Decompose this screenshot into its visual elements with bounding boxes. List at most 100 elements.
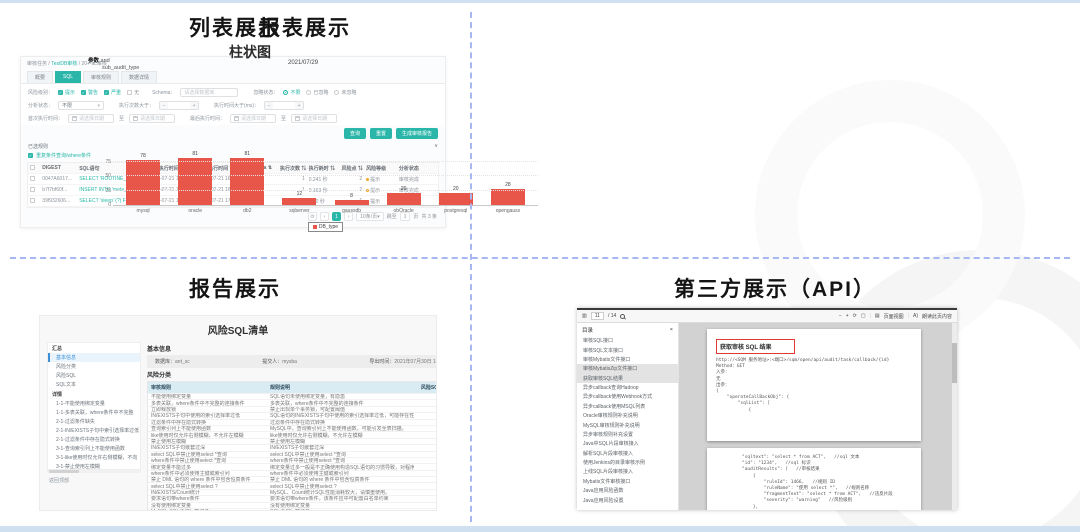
toc-item[interactable]: 3-1-like使用时仅允许右侧模糊，不向	[48, 453, 140, 462]
toc-item[interactable]: 风险分类	[48, 362, 140, 371]
bar-opengauss[interactable]	[490, 188, 525, 205]
bar-db2[interactable]	[230, 158, 265, 205]
x-tick-label: gaussdb	[342, 208, 362, 214]
page-total-label: / 14	[607, 313, 617, 319]
toc-item[interactable]: 1-1-多表关联，where条件中不完整	[48, 408, 140, 417]
risk-table-row: select SQL中禁止使用select *查询 select SQL中禁止使用…	[148, 450, 436, 457]
bar-postgresql[interactable]	[438, 193, 473, 205]
pdf-toc-item[interactable]: Java中SQL片段审核接入	[577, 439, 678, 448]
pdf-toc-item[interactable]: Java应用风险函数	[577, 486, 678, 495]
bottom-edge-bar	[0, 526, 1080, 532]
pdf-toc-item[interactable]: 异步callback使用MSQL列表	[577, 402, 678, 411]
read-aloud-label[interactable]: 朗读此页内容	[922, 313, 952, 320]
toc-item[interactable]: 基本信息	[48, 353, 140, 362]
bar-gaussdb[interactable]	[334, 200, 369, 205]
content-scrollbar[interactable]	[952, 323, 957, 510]
bar-value-label: 81	[192, 151, 198, 158]
toc-scrollbar[interactable]	[47, 470, 141, 473]
cell-count[interactable]: 1	[414, 458, 436, 463]
cell-desc: 禁止使用左模糊	[269, 438, 305, 445]
fit-page-icon[interactable]: ▢	[861, 313, 866, 319]
cell-count[interactable]: 1	[414, 394, 436, 399]
y-tick-label: 25	[105, 187, 111, 194]
cell-count[interactable]: 4	[414, 445, 436, 450]
toc-item[interactable]: 2-1-IN/EXISTS子句中索引选择率过低	[48, 426, 140, 435]
api-code-block: "sqltext": "select * from ACT", //sql 文本…	[742, 455, 893, 510]
legend-box[interactable]: DB_type	[307, 222, 344, 232]
bar-plot: 78 mysql 81 oracle 81 db2 12 sqlserver 8 gaussdb 2…	[105, 151, 538, 214]
scrollbar-thumb[interactable]	[952, 343, 957, 383]
pdf-toc-item[interactable]: 异步callback使用Webhook方式	[577, 392, 678, 401]
cell-count[interactable]: 1	[414, 400, 436, 405]
toc-item[interactable]: 3-1-禁止使用左模糊	[48, 462, 140, 469]
pdf-toc-item[interactable]: Mybatis文件审核接口	[577, 477, 678, 486]
bar-value-label: 78	[140, 152, 146, 159]
cell-count[interactable]: 2	[414, 426, 436, 431]
pdf-toc-item[interactable]: 异步callback查询Hadoop	[577, 383, 678, 392]
info-label: 数据库：	[155, 359, 176, 365]
pdf-toc-item[interactable]: 获取审核SQL结果	[577, 373, 678, 383]
cell-count[interactable]: 20	[414, 490, 436, 495]
scrollbar-thumb[interactable]	[49, 470, 79, 473]
pdf-toc-item[interactable]: 审核MybatisZip文件接口	[577, 364, 678, 374]
report-toc: 汇总 基本信息 风险分类 风险SQL SQL文本 详情 1-1-不能使用绑定变量 1-1-多表…	[47, 342, 141, 470]
toc-item[interactable]: 2-1-过滤条件中存在隐式转换	[48, 435, 140, 444]
page-view-icon[interactable]: ▤	[875, 313, 880, 319]
cell-count[interactable]: 9	[414, 471, 436, 476]
back-to-top-link[interactable]: 返回顶部	[47, 473, 141, 488]
toc-item[interactable]: SQL文本	[48, 380, 140, 389]
pdf-toc-item[interactable]: MySQL审核规则补充说明	[577, 420, 678, 429]
param-value: sub_audit_type	[102, 65, 140, 71]
pdf-toc-item[interactable]: Oracle审核规则补充说明	[577, 411, 678, 420]
pdf-toolbar: ▥ 11 / 14 − + ⟳ ▢ | ▤ 页面视图 | A) 朗读此页内容	[577, 310, 957, 323]
risk-table-row: 绑定变量不能过多 绑定变量过多一般是不正确使用构造SQL语句的习惯导致，对程序内存…	[148, 463, 436, 470]
quadrant-title: 第三方展示（API）	[673, 278, 876, 301]
cell-count[interactable]: 29	[414, 503, 436, 508]
cell-desc: where条件中必须使用主键或索引列	[269, 470, 349, 477]
cell-count[interactable]: 7	[414, 464, 436, 469]
cell-rule: 立即释放锁	[151, 406, 177, 413]
rotate-icon[interactable]: ⟳	[853, 313, 857, 319]
cell-count[interactable]: 9	[414, 477, 436, 482]
cell-count[interactable]: 19	[414, 484, 436, 489]
pdf-toc-item[interactable]: 异步审核规则补充设置	[577, 430, 678, 439]
toc-item[interactable]: 1-1-不能使用绑定变量	[48, 399, 140, 408]
cell-count[interactable]: 2	[414, 413, 436, 418]
gridline: 50	[105, 173, 538, 179]
info-field: 提交人：mysba	[262, 358, 297, 365]
pdf-toc-item[interactable]: 上线SQL片段审核接入	[577, 467, 678, 476]
cell-count[interactable]: 1	[414, 432, 436, 437]
param-operator: and	[99, 58, 110, 64]
cell-desc: MySQL中，查询索引列上不能使用函数，可能引发全表扫描。	[269, 426, 407, 432]
cell-count[interactable]: 22	[414, 496, 436, 501]
cell-count[interactable]: 5	[414, 452, 436, 457]
toc-item[interactable]: 风险SQL	[48, 371, 140, 380]
cell-count[interactable]: 2	[414, 420, 436, 425]
pdf-toc-item[interactable]: Java应用风险设置	[577, 495, 678, 504]
pdf-toc-item[interactable]: 审核SQL文本接口	[577, 345, 678, 354]
toc-item[interactable]: 2-1-过滤条件缺失	[48, 417, 140, 426]
pdf-toc-item[interactable]: 审核Mybatis文件接口	[577, 355, 678, 364]
page-number-input[interactable]: 11	[590, 312, 604, 320]
bar-obOracle[interactable]	[386, 193, 421, 205]
toc-toggle-icon[interactable]: ▥	[582, 313, 587, 319]
close-icon[interactable]: ×	[670, 327, 673, 333]
zoom-in-icon[interactable]: +	[846, 313, 849, 319]
pdf-toc-item[interactable]: 审核SQL接口	[577, 336, 678, 345]
bar-sqlserver[interactable]	[282, 198, 317, 205]
pdf-toc-item[interactable]: 解析SQL片段审核接入	[577, 449, 678, 458]
toc-item[interactable]: 3-1-查询索引列上不能使用函数	[48, 444, 140, 453]
cell-count[interactable]: 1	[414, 439, 436, 444]
bar-oracle[interactable]	[178, 158, 213, 205]
pdf-toc-item[interactable]: 使用Jenkins的目录审核示例	[577, 458, 678, 467]
read-aloud-icon[interactable]: A)	[913, 313, 918, 319]
zoom-out-icon[interactable]: −	[839, 313, 842, 319]
page-view-label[interactable]: 页面视图	[884, 313, 904, 320]
search-icon[interactable]	[620, 313, 626, 319]
bar-mysql[interactable]	[126, 159, 161, 205]
cell-count[interactable]: 43	[414, 509, 436, 510]
cell-desc: SQL语句未使用绑定变量，有隐患	[269, 394, 345, 400]
cell-count[interactable]: 2	[414, 407, 436, 412]
cell-rule: 禁止使用左模糊	[151, 438, 187, 445]
cell-desc: like使用时仅允许右侧模糊，不允许左模糊	[269, 432, 363, 438]
